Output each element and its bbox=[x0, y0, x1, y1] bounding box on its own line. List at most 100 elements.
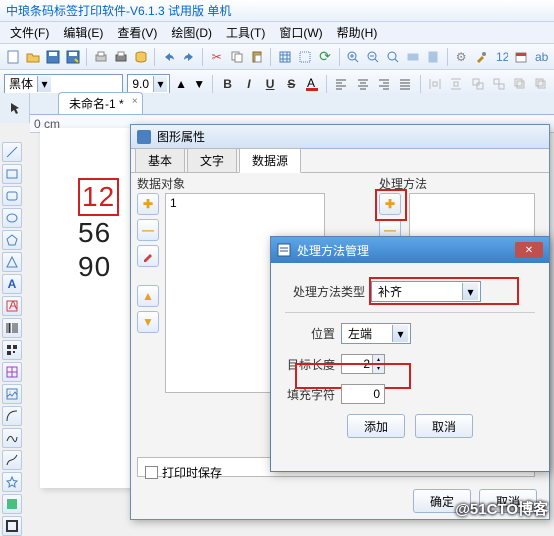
richtext-tool-icon[interactable]: A bbox=[2, 296, 22, 316]
refresh-icon[interactable]: ⟳ bbox=[316, 48, 333, 66]
redo-icon[interactable] bbox=[180, 48, 197, 66]
barcode-tool-icon[interactable] bbox=[2, 318, 22, 338]
add-data-object-button[interactable]: ✚ bbox=[137, 193, 159, 215]
freehand-tool-icon[interactable] bbox=[2, 450, 22, 470]
save-icon[interactable] bbox=[44, 48, 61, 66]
font-size-up-icon[interactable]: ▲ bbox=[174, 75, 188, 93]
tab-text[interactable]: 文字 bbox=[187, 148, 237, 172]
font-family-combo[interactable]: 黑体 ▾ bbox=[4, 74, 123, 94]
fill-input[interactable]: 0 bbox=[341, 384, 385, 404]
position-select[interactable]: 左端 ▾ bbox=[341, 323, 411, 344]
polygon-tool-icon[interactable] bbox=[2, 230, 22, 250]
ellipse-tool-icon[interactable] bbox=[2, 208, 22, 228]
settings-icon[interactable]: ⚙ bbox=[453, 48, 470, 66]
cancel-button[interactable]: 取消 bbox=[415, 414, 473, 438]
edit-data-object-button[interactable] bbox=[137, 245, 159, 267]
add-proc-method-button[interactable]: ✚ bbox=[379, 193, 401, 215]
length-input[interactable]: 2 ▴▾ bbox=[341, 354, 385, 374]
image-tool-icon[interactable] bbox=[2, 384, 22, 404]
underline-button[interactable]: U bbox=[262, 74, 279, 94]
snap-icon[interactable] bbox=[296, 48, 313, 66]
canvas-number-1[interactable]: 12 bbox=[78, 178, 119, 216]
type-select[interactable]: 补齐 ▾ bbox=[371, 281, 481, 302]
shape-toolbox: A A bbox=[2, 142, 24, 536]
paste-icon[interactable] bbox=[248, 48, 265, 66]
add-button[interactable]: 添加 bbox=[347, 414, 405, 438]
tab-datasource[interactable]: 数据源 bbox=[239, 148, 301, 173]
pointer-tool-icon[interactable] bbox=[0, 93, 30, 123]
close-button[interactable]: ✕ bbox=[515, 242, 543, 258]
menu-file[interactable]: 文件(F) bbox=[4, 22, 55, 43]
font-family-value: 黑体 bbox=[9, 75, 33, 92]
print-icon[interactable] bbox=[112, 48, 129, 66]
canvas-number-3[interactable]: 90 bbox=[78, 250, 119, 284]
distribute-v-icon[interactable] bbox=[448, 74, 465, 94]
doc-tab[interactable]: 未命名-1 * × bbox=[58, 92, 143, 114]
move-down-button[interactable]: ▼ bbox=[137, 311, 159, 333]
align-justify-icon[interactable] bbox=[397, 74, 414, 94]
strike-button[interactable]: S bbox=[283, 74, 300, 94]
star-tool-icon[interactable] bbox=[2, 472, 22, 492]
abc-icon[interactable]: ab bbox=[533, 48, 550, 66]
menu-view[interactable]: 查看(V) bbox=[111, 22, 163, 43]
table-tool-icon[interactable] bbox=[2, 362, 22, 382]
copy-icon[interactable] bbox=[228, 48, 245, 66]
print-save-checkbox[interactable] bbox=[145, 466, 158, 479]
move-up-button[interactable]: ▲ bbox=[137, 285, 159, 307]
rect-tool-icon[interactable] bbox=[2, 164, 22, 184]
menu-tools[interactable]: 工具(T) bbox=[220, 22, 271, 43]
menu-help[interactable]: 帮助(H) bbox=[331, 22, 384, 43]
align-right-icon[interactable] bbox=[375, 74, 392, 94]
qrcode-tool-icon[interactable] bbox=[2, 340, 22, 360]
bring-front-icon[interactable] bbox=[512, 74, 529, 94]
menu-edit[interactable]: 编辑(E) bbox=[57, 22, 109, 43]
font-color-icon[interactable]: A bbox=[304, 75, 320, 93]
zoom-fit-icon[interactable] bbox=[385, 48, 402, 66]
dialog-titlebar[interactable]: 图形属性 bbox=[131, 125, 549, 149]
font-size-combo[interactable]: 9.0 ▾ bbox=[127, 74, 170, 94]
menu-window[interactable]: 窗口(W) bbox=[273, 22, 328, 43]
remove-data-object-button[interactable]: — bbox=[137, 219, 159, 241]
close-icon[interactable]: × bbox=[132, 96, 138, 107]
line-tool-icon[interactable] bbox=[2, 142, 22, 162]
print-preview-icon[interactable] bbox=[92, 48, 109, 66]
calendar-icon[interactable] bbox=[513, 48, 530, 66]
fill-color-icon[interactable] bbox=[2, 494, 22, 514]
arc-tool-icon[interactable] bbox=[2, 406, 22, 426]
menu-draw[interactable]: 绘图(D) bbox=[165, 22, 218, 43]
dialog-icon bbox=[137, 130, 151, 144]
send-back-icon[interactable] bbox=[533, 74, 550, 94]
data-object-item[interactable]: 1 bbox=[170, 196, 177, 210]
font-size-down-icon[interactable]: ▼ bbox=[192, 75, 206, 93]
bold-button[interactable]: B bbox=[219, 74, 236, 94]
sequence-icon[interactable]: 12 bbox=[493, 48, 510, 66]
align-center-icon[interactable] bbox=[354, 74, 371, 94]
fit-page-icon[interactable] bbox=[425, 48, 442, 66]
group-icon[interactable] bbox=[469, 74, 486, 94]
database-icon[interactable] bbox=[132, 48, 149, 66]
tab-basic[interactable]: 基本 bbox=[135, 148, 185, 172]
tools-icon[interactable] bbox=[473, 48, 490, 66]
grid-toggle-icon[interactable] bbox=[276, 48, 293, 66]
cut-icon[interactable]: ✂ bbox=[208, 48, 225, 66]
font-size-value: 9.0 bbox=[132, 77, 149, 91]
open-icon[interactable] bbox=[24, 48, 41, 66]
curve-tool-icon[interactable] bbox=[2, 428, 22, 448]
ungroup-icon[interactable] bbox=[490, 74, 507, 94]
align-left-icon[interactable] bbox=[333, 74, 350, 94]
italic-button[interactable]: I bbox=[240, 74, 257, 94]
canvas-number-2[interactable]: 56 bbox=[78, 216, 119, 250]
zoom-out-icon[interactable] bbox=[365, 48, 382, 66]
dialog2-titlebar[interactable]: 处理方法管理 ✕ bbox=[271, 237, 549, 263]
fit-width-icon[interactable] bbox=[405, 48, 422, 66]
triangle-tool-icon[interactable] bbox=[2, 252, 22, 272]
zoom-in-icon[interactable] bbox=[344, 48, 361, 66]
undo-icon[interactable] bbox=[160, 48, 177, 66]
round-rect-tool-icon[interactable] bbox=[2, 186, 22, 206]
new-icon[interactable] bbox=[4, 48, 21, 66]
spinner[interactable]: ▴▾ bbox=[372, 355, 384, 373]
save-as-icon[interactable] bbox=[64, 48, 81, 66]
text-tool-icon[interactable]: A bbox=[2, 274, 22, 294]
line-color-icon[interactable] bbox=[2, 516, 22, 536]
distribute-h-icon[interactable] bbox=[427, 74, 444, 94]
